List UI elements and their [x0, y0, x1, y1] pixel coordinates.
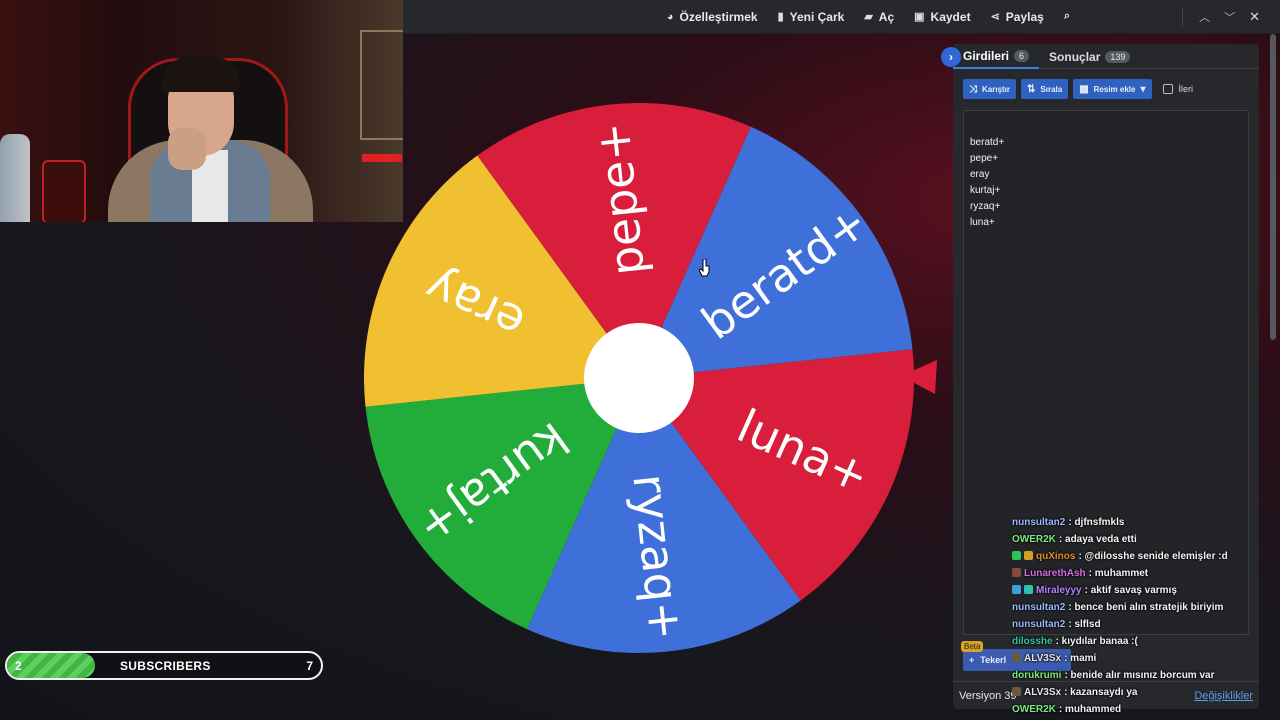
chat-text: : kıydılar banaa :( — [1055, 636, 1138, 647]
chat-message: nunsultan2: djfnsfmkls — [1012, 514, 1272, 531]
chat-message: ALV3Sx: kazansaydı ya — [1012, 684, 1272, 701]
chat-text: : adaya veda etti — [1058, 534, 1137, 545]
chat-badge-icon — [1012, 568, 1021, 577]
chat-text: : kazansaydı ya — [1064, 687, 1138, 698]
panel-tabs: Girdileri 6 Sonuçlar 139 — [953, 44, 1259, 69]
chat-text: : muhammet — [1088, 568, 1149, 579]
new-wheel-button[interactable]: ▮ Yeni Çark — [778, 10, 845, 24]
chat-username: dilosshe — [1012, 636, 1053, 647]
wheel-pointer — [901, 360, 937, 394]
folder-open-icon: ▰ — [864, 11, 873, 23]
chat-message: dorukrumi: benide alır mısınız borcum va… — [1012, 667, 1272, 684]
chevron-up-icon[interactable]: ︿ — [1199, 9, 1210, 25]
chat-message: nunsultan2: slflsd — [1012, 616, 1272, 633]
search-button[interactable]: ⌕ — [1064, 10, 1070, 23]
entry-line: beratd+ — [970, 137, 1005, 148]
chat-username: OWER2K — [1012, 704, 1056, 715]
chat-username: nunsultan2 — [1012, 517, 1066, 528]
share-button[interactable]: ⋖ Paylaş — [991, 10, 1044, 24]
customize-button[interactable]: ◕ Özelleştirmek — [667, 10, 758, 24]
subscriber-label: SUBSCRIBERS — [120, 659, 211, 673]
file-icon: ▮ — [777, 11, 784, 23]
shuffle-button[interactable]: ⤨ Karıştır — [963, 79, 1017, 99]
checkbox-box[interactable] — [1162, 84, 1173, 94]
save-icon: ▣ — [914, 11, 925, 23]
tab-entries[interactable]: Girdileri 6 — [953, 44, 1040, 69]
chat-message: ALV3Sx: mami — [1012, 650, 1272, 667]
chat-text: : mami — [1064, 653, 1097, 664]
entry-line: eray — [970, 169, 990, 180]
beta-badge: Beta — [961, 641, 984, 652]
chat-badge-icon — [1012, 653, 1021, 662]
chat-text: : aktif savaş varmış — [1084, 585, 1177, 596]
chat-username: quXinos — [1036, 551, 1076, 562]
chat-text: : muhammed — [1058, 704, 1122, 715]
advanced-checkbox[interactable]: İleri — [1162, 84, 1193, 94]
chat-username: Miraleyyy — [1036, 585, 1082, 596]
entry-line: ryzaq+ — [970, 201, 1001, 212]
open-button[interactable]: ▰ Aç — [864, 10, 894, 24]
chat-text: : @dilosshe senide elemişler :d — [1078, 551, 1228, 562]
chat-badge-icon — [1012, 585, 1021, 594]
plus-icon: + — [969, 655, 975, 665]
scrollbar[interactable] — [1270, 34, 1276, 340]
chevron-down-icon: ▾ — [1140, 83, 1146, 95]
chat-text: : slflsd — [1068, 619, 1101, 630]
entry-line: pepe+ — [970, 153, 999, 164]
chat-message: OWER2K: muhammed — [1012, 701, 1272, 718]
subscriber-goal: 7 — [306, 659, 313, 673]
close-icon[interactable]: ✕ — [1249, 9, 1260, 25]
tab-results[interactable]: Sonuçlar 139 — [1039, 44, 1140, 69]
search-icon: ⌕ — [1063, 10, 1070, 22]
entries-actions: ⤨ Karıştır ⇅ Sırala ▩ Resim ekle ▾ İleri — [963, 79, 1193, 99]
chat-message: Miraleyyy: aktif savaş varmış — [1012, 582, 1272, 599]
chat-username: nunsultan2 — [1012, 619, 1066, 630]
sort-button[interactable]: ⇅ Sırala — [1021, 79, 1069, 99]
chat-badge-icon — [1024, 585, 1033, 594]
save-button[interactable]: ▣ Kaydet — [914, 10, 970, 24]
shuffle-icon: ⤨ — [969, 83, 977, 95]
webcam-overlay — [0, 0, 403, 222]
subscriber-current: 2 — [15, 659, 22, 673]
chat-username: ALV3Sx — [1024, 687, 1062, 698]
image-icon: ▩ — [1079, 83, 1089, 95]
palette-icon: ◕ — [666, 10, 674, 23]
mouse-cursor — [699, 259, 710, 277]
wheel-center[interactable] — [584, 323, 694, 433]
stream-chat-overlay: nunsultan2: djfnsfmkls OWER2K: adaya veda… — [1012, 514, 1272, 718]
version-text: Versiyon 39 — [959, 689, 1017, 702]
entry-line: kurtaj+ — [970, 185, 1001, 196]
chat-username: OWER2K — [1012, 534, 1056, 545]
spinning-wheel[interactable]: beratd+luna+ryzaq+kurtaj+eraypepe+ — [355, 95, 925, 665]
chat-message: LunarethAsh: muhammet — [1012, 565, 1272, 582]
chat-badge-icon — [1012, 551, 1021, 560]
chat-username: dorukrumi — [1012, 670, 1062, 681]
chat-text: : benide alır mısınız borcum var — [1064, 670, 1215, 681]
chat-message: dilosshe: kıydılar banaa :( — [1012, 633, 1272, 650]
chat-message: OWER2K: adaya veda etti — [1012, 531, 1272, 548]
top-toolbar: ◕ Özelleştirmek ▮ Yeni Çark ▰ Aç ▣ Kayde… — [403, 0, 1280, 34]
collapse-panel-icon[interactable]: › — [941, 47, 961, 67]
entry-line: luna+ — [970, 217, 995, 228]
results-count-badge: 139 — [1105, 50, 1131, 63]
subscriber-goal-bar: 2 SUBSCRIBERS 7 — [5, 651, 323, 680]
chat-username: nunsultan2 — [1012, 602, 1066, 613]
chat-text: : djfnsfmkls — [1068, 517, 1125, 528]
window-controls: ︿ ﹀ ✕ — [1182, 0, 1260, 34]
chat-text: : bence beni alın stratejik biriyim — [1068, 602, 1224, 613]
chat-message: nunsultan2: bence beni alın stratejik bi… — [1012, 599, 1272, 616]
sort-icon: ⇅ — [1027, 83, 1036, 95]
chat-message: quXinos: @dilosshe senide elemişler :d — [1012, 548, 1272, 565]
share-icon: ⋖ — [990, 11, 1000, 23]
entries-count-badge: 6 — [1014, 49, 1030, 62]
chat-badge-icon — [1012, 687, 1021, 696]
chat-badge-icon — [1024, 551, 1033, 560]
add-image-button[interactable]: ▩ Resim ekle ▾ — [1073, 79, 1152, 99]
chevron-down-icon[interactable]: ﹀ — [1224, 9, 1235, 25]
chat-username: ALV3Sx — [1024, 653, 1062, 664]
chat-username: LunarethAsh — [1024, 568, 1086, 579]
